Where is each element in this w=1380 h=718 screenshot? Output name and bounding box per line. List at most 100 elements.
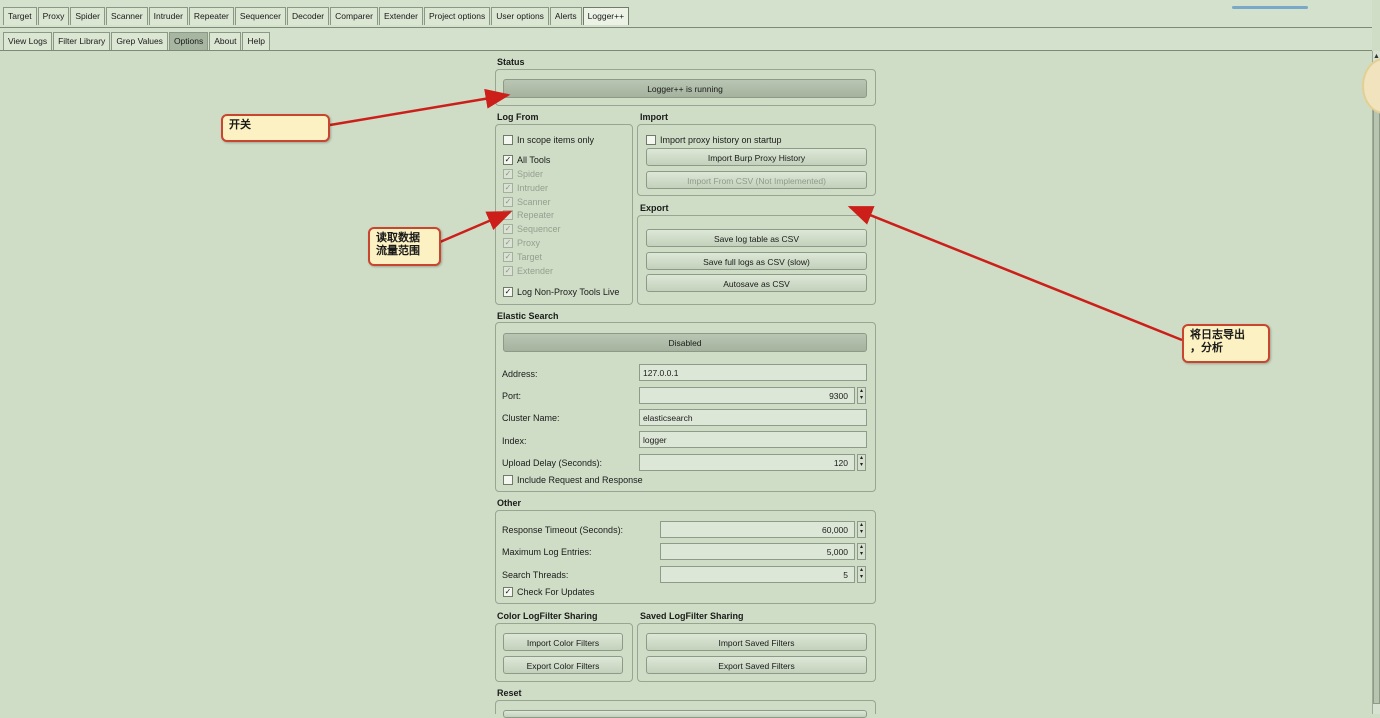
- main-tab-bar: Target Proxy Spider Scanner Intruder Repeater…: [0, 0, 1372, 28]
- search-threads-input[interactable]: 5: [660, 566, 855, 583]
- tool-checkbox-proxy: ✓ Proxy: [503, 238, 540, 248]
- tool-label: Repeater: [517, 210, 555, 221]
- port-input[interactable]: 9300: [639, 387, 855, 404]
- reset-button[interactable]: [503, 710, 867, 718]
- checkbox-icon[interactable]: [503, 475, 513, 485]
- tool-label: Extender: [517, 265, 554, 276]
- elastic-search-toggle-button[interactable]: Disabled: [503, 333, 867, 352]
- tool-checkbox-intruder: ✓ Intruder: [503, 182, 549, 193]
- checkmark-icon: ✓: [503, 265, 513, 276]
- response-timeout-spinner-icon[interactable]: ▴ ▾: [857, 521, 866, 538]
- search-threads-spinner-icon[interactable]: ▴ ▾: [857, 566, 866, 583]
- upload-delay-spinner-icon[interactable]: ▴ ▾: [857, 454, 866, 471]
- logger-running-toggle-button[interactable]: Logger++ is running: [503, 79, 867, 98]
- subtab-view-logs[interactable]: View Logs: [3, 32, 53, 50]
- port-spinner-icon[interactable]: ▴ ▾: [857, 387, 866, 404]
- max-log-entries-input[interactable]: 5,000: [660, 543, 855, 560]
- tab-target[interactable]: Target: [3, 7, 37, 25]
- subtab-filter-library[interactable]: Filter Library: [53, 32, 111, 50]
- response-timeout-input[interactable]: 60,000: [660, 521, 855, 538]
- import-from-csv-button: Import From CSV (Not Implemented): [646, 171, 867, 189]
- overlay-bubble: [1362, 58, 1380, 114]
- import-burp-proxy-history-button[interactable]: Import Burp Proxy History: [646, 148, 867, 166]
- tool-label: Target: [517, 251, 543, 262]
- tab-extender[interactable]: Extender: [378, 7, 423, 25]
- cluster-name-input[interactable]: elasticsearch: [639, 409, 867, 426]
- tab-proxy[interactable]: Proxy: [37, 7, 70, 25]
- checkmark-icon: ✓: [503, 169, 513, 179]
- checkmark-icon: ✓: [503, 238, 513, 248]
- progress-indicator: [1232, 6, 1308, 9]
- address-input[interactable]: 127.0.0.1: [639, 364, 867, 381]
- in-scope-checkbox[interactable]: In scope items only: [503, 135, 594, 145]
- address-label: Address:: [502, 369, 538, 379]
- switch-arrow: [329, 88, 511, 127]
- tab-spider[interactable]: Spider: [70, 7, 105, 25]
- tab-decoder[interactable]: Decoder: [287, 7, 330, 25]
- annotation-scope: 读取数据 流量范围: [368, 227, 441, 266]
- tab-sequencer[interactable]: Sequencer: [234, 7, 286, 25]
- port-label: Port:: [502, 391, 522, 401]
- tab-comparer[interactable]: Comparer: [330, 7, 378, 25]
- export-color-filters-button[interactable]: Export Color Filters: [503, 656, 623, 674]
- status-title: Status: [497, 57, 525, 67]
- checkmark-icon[interactable]: ✓: [503, 155, 513, 165]
- color-sharing-title: Color LogFilter Sharing: [497, 611, 598, 621]
- autosave-csv-button[interactable]: Autosave as CSV: [646, 274, 867, 292]
- other-title: Other: [497, 498, 522, 508]
- tool-label: Intruder: [517, 182, 549, 193]
- checkbox-icon[interactable]: [646, 135, 656, 145]
- index-input[interactable]: logger: [639, 431, 867, 448]
- subtab-grep-values[interactable]: Grep Values: [111, 32, 168, 50]
- tool-checkbox-repeater: ✓ Repeater: [503, 210, 555, 221]
- tool-label: Sequencer: [517, 224, 561, 235]
- tool-checkbox-extender: ✓ Extender: [503, 265, 554, 276]
- tab-repeater[interactable]: Repeater: [188, 7, 234, 25]
- tab-user-options[interactable]: User options: [491, 7, 549, 25]
- import-on-startup-checkbox[interactable]: Import proxy history on startup: [646, 135, 782, 145]
- tool-label: Spider: [517, 169, 544, 179]
- export-title: Export: [640, 203, 669, 213]
- tab-logger-[interactable]: Logger++: [582, 7, 630, 25]
- saved-sharing-title: Saved LogFilter Sharing: [640, 611, 744, 621]
- import-title: Import: [640, 112, 668, 122]
- index-label: Index:: [502, 436, 527, 446]
- save-log-table-csv-button[interactable]: Save log table as CSV: [646, 229, 867, 247]
- subtab-options[interactable]: Options: [168, 32, 209, 50]
- subtab-about[interactable]: About: [209, 32, 242, 50]
- tab-intruder[interactable]: Intruder: [148, 7, 188, 25]
- log-non-proxy-checkbox[interactable]: ✓ Log Non-Proxy Tools Live: [503, 287, 619, 297]
- checkbox-icon[interactable]: [503, 135, 513, 145]
- export-saved-filters-button[interactable]: Export Saved Filters: [646, 656, 867, 674]
- scrollbar-thumb[interactable]: [1373, 64, 1380, 704]
- annotation-switch: 开关: [221, 114, 330, 142]
- tool-label: Scanner: [517, 196, 551, 207]
- upload-delay-input[interactable]: 120: [639, 454, 855, 471]
- subtab-help[interactable]: Help: [242, 32, 270, 50]
- search-threads-label: Search Threads:: [502, 570, 569, 580]
- max-log-entries-label: Maximum Log Entries:: [502, 547, 592, 557]
- import-color-filters-button[interactable]: Import Color Filters: [503, 633, 623, 651]
- checkmark-icon: ✓: [503, 182, 513, 193]
- checkmark-icon[interactable]: ✓: [503, 587, 513, 597]
- sub-tab-bar: View Logs Filter Library Grep Values Option…: [0, 28, 1372, 51]
- elastic-search-title: Elastic Search: [497, 311, 559, 321]
- checkmark-icon: ✓: [503, 196, 513, 207]
- check-for-updates-checkbox[interactable]: ✓ Check For Updates: [503, 587, 595, 597]
- save-full-logs-csv-button[interactable]: Save full logs as CSV (slow): [646, 252, 867, 270]
- checkmark-icon: ✓: [503, 251, 513, 262]
- tool-checkbox-scanner: ✓ Scanner: [503, 196, 551, 207]
- checkmark-icon[interactable]: ✓: [503, 287, 513, 297]
- cluster-name-label: Cluster Name:: [502, 413, 560, 423]
- all-tools-checkbox[interactable]: ✓ All Tools: [503, 155, 550, 165]
- tab-scanner[interactable]: Scanner: [105, 7, 148, 25]
- tab-project-options[interactable]: Project options: [423, 7, 491, 25]
- max-log-entries-spinner-icon[interactable]: ▴ ▾: [857, 543, 866, 560]
- include-request-response-checkbox[interactable]: Include Request and Response: [503, 475, 643, 485]
- checkmark-icon: ✓: [503, 224, 513, 235]
- import-saved-filters-button[interactable]: Import Saved Filters: [646, 633, 867, 651]
- tool-checkbox-spider: ✓ Spider: [503, 169, 543, 179]
- tool-label: Proxy: [517, 238, 541, 248]
- tab-alerts[interactable]: Alerts: [549, 7, 582, 25]
- response-timeout-label: Response Timeout (Seconds):: [502, 525, 624, 535]
